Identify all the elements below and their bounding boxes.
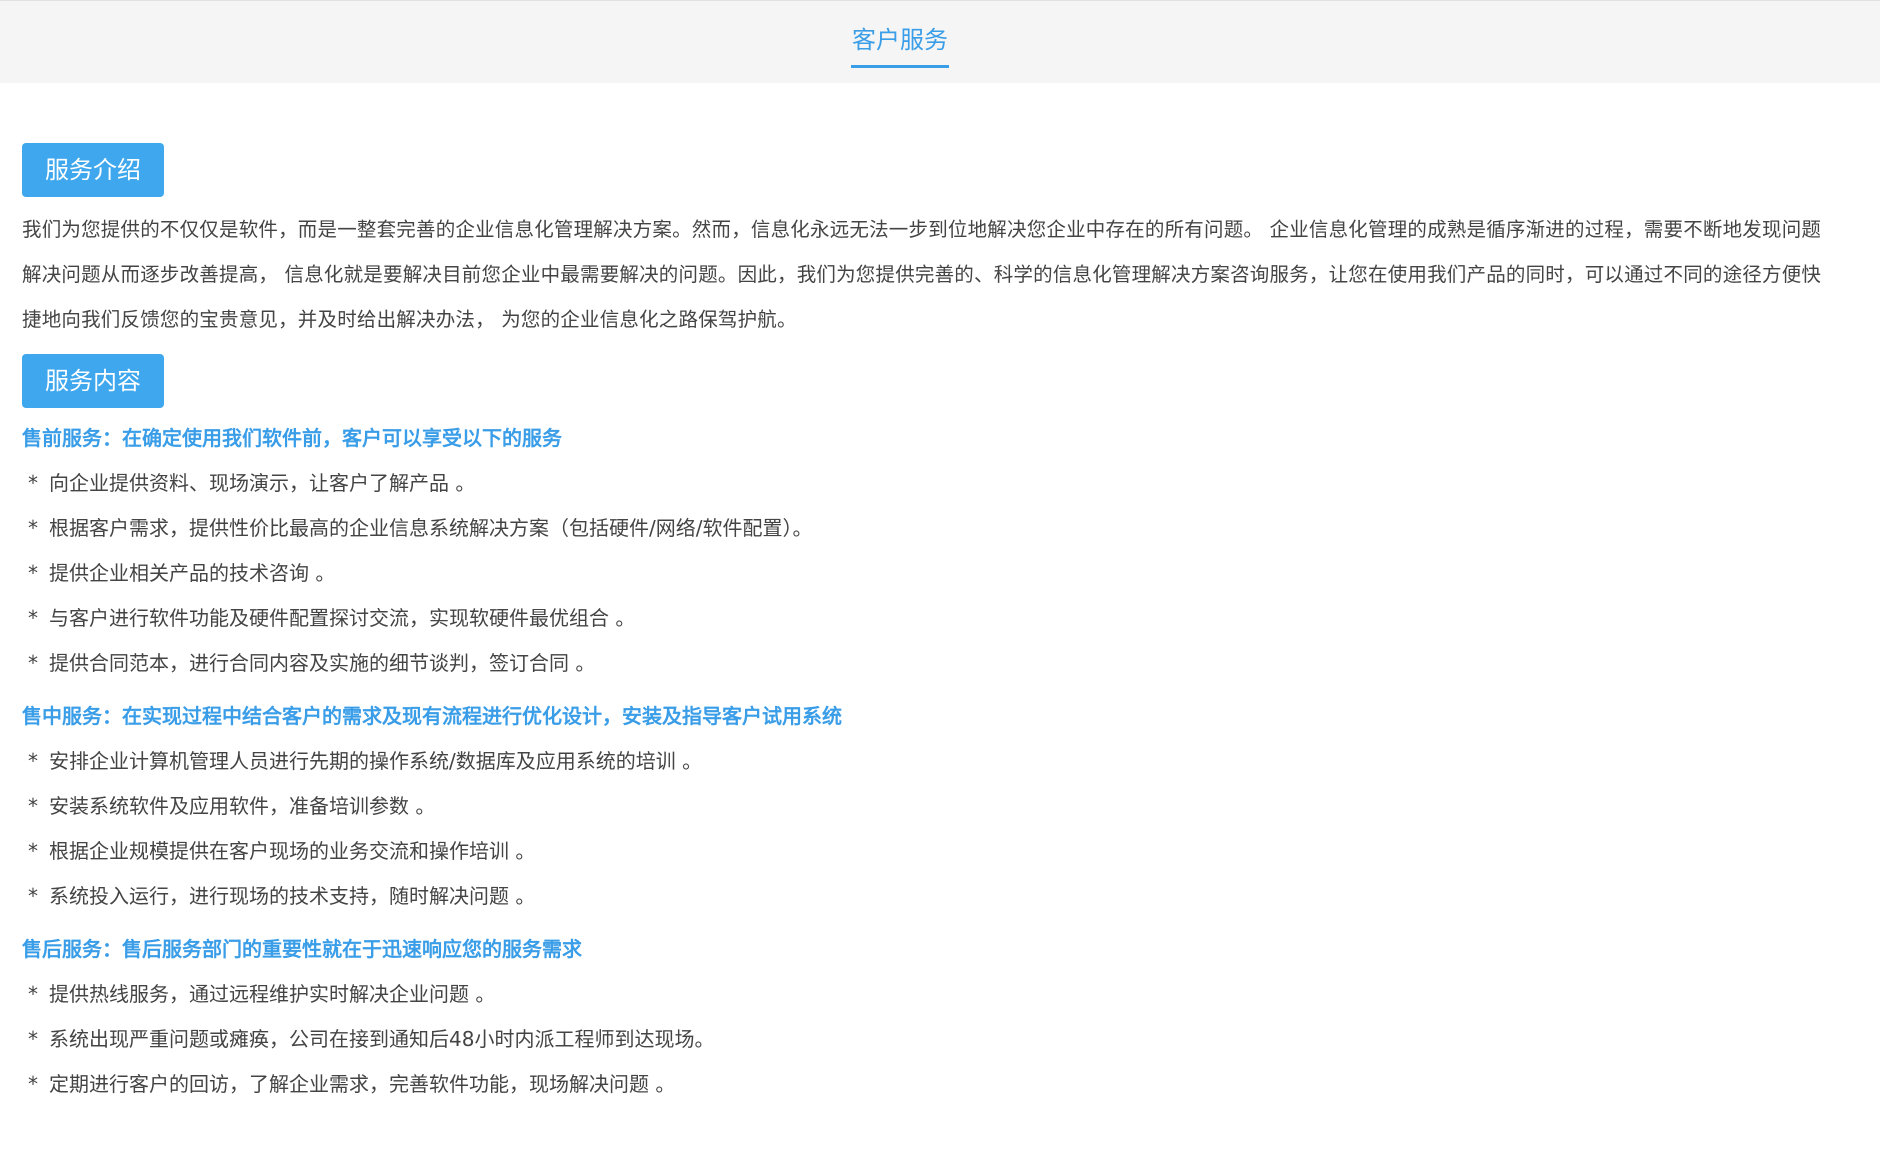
asterisk-bullet-icon: * [28,1072,38,1096]
service-item-list: * 向企业提供资料、现场演示，让客户了解产品 。 * 根据客户需求，提供性价比最高的企… [22,461,1822,686]
service-item: * 定期进行客户的回访，了解企业需求，完善软件功能，现场解决问题 。 [22,1062,1822,1107]
top-tab-bar: 客户服务 [0,0,1880,83]
service-item: * 提供企业相关产品的技术咨询 。 [22,551,1822,596]
main-content: 服务介绍 我们为您提供的不仅仅是软件，而是一整套完善的企业信息化管理解决方案。然… [22,143,1822,1107]
service-item-text: 根据客户需求，提供性价比最高的企业信息系统解决方案（包括硬件/网络/软件配置）。 [49,516,813,540]
service-group-after-sales: 售后服务：售后服务部门的重要性就在于迅速响应您的服务需求 * 提供热线服务，通过远程… [22,927,1822,1107]
service-item: * 安装系统软件及应用软件，准备培训参数 。 [22,784,1822,829]
service-item-text: 提供合同范本，进行合同内容及实施的细节谈判，签订合同 。 [49,651,596,675]
asterisk-bullet-icon: * [28,471,38,495]
service-item: * 提供合同范本，进行合同内容及实施的细节谈判，签订合同 。 [22,641,1822,686]
service-item-text: 安排企业计算机管理人员进行先期的操作系统/数据库及应用系统的培训 。 [49,749,703,773]
asterisk-bullet-icon: * [28,651,38,675]
asterisk-bullet-icon: * [28,1027,38,1051]
asterisk-bullet-icon: * [28,749,38,773]
asterisk-bullet-icon: * [28,839,38,863]
service-item-text: 与客户进行软件功能及硬件配置探讨交流，实现软硬件最优组合 。 [49,606,636,630]
service-group-in-sales: 售中服务：在实现过程中结合客户的需求及现有流程进行优化设计，安装及指导客户试用系… [22,694,1822,919]
service-intro-text: 我们为您提供的不仅仅是软件，而是一整套完善的企业信息化管理解决方案。然而，信息化… [22,218,1822,331]
asterisk-bullet-icon: * [28,606,38,630]
service-item: * 安排企业计算机管理人员进行先期的操作系统/数据库及应用系统的培训 。 [22,739,1822,784]
service-item: * 根据企业规模提供在客户现场的业务交流和操作培训 。 [22,829,1822,874]
service-item: * 向企业提供资料、现场演示，让客户了解产品 。 [22,461,1822,506]
asterisk-bullet-icon: * [28,884,38,908]
service-item-text: 提供热线服务，通过远程维护实时解决企业问题 。 [49,982,496,1006]
section-title-service-intro: 服务介绍 [22,143,164,197]
service-groups: 售前服务：在确定使用我们软件前，客户可以享受以下的服务 * 向企业提供资料、现场演示… [22,416,1822,1107]
service-item: * 系统投入运行，进行现场的技术支持，随时解决问题 。 [22,874,1822,919]
service-item-text: 提供企业相关产品的技术咨询 。 [49,561,336,585]
service-group-pre-sales: 售前服务：在确定使用我们软件前，客户可以享受以下的服务 * 向企业提供资料、现场演示… [22,416,1822,686]
service-item-text: 根据企业规模提供在客户现场的业务交流和操作培训 。 [49,839,536,863]
service-item-text: 系统出现严重问题或瘫痪，公司在接到通知后48小时内派工程师到达现场。 [49,1027,715,1051]
section-title-service-content: 服务内容 [22,354,164,408]
service-item-list: * 安排企业计算机管理人员进行先期的操作系统/数据库及应用系统的培训 。 * 安装系统… [22,739,1822,919]
service-item-text: 系统投入运行，进行现场的技术支持，随时解决问题 。 [49,884,536,908]
service-item: * 根据客户需求，提供性价比最高的企业信息系统解决方案（包括硬件/网络/软件配置）… [22,506,1822,551]
service-item: * 系统出现严重问题或瘫痪，公司在接到通知后48小时内派工程师到达现场。 [22,1017,1822,1062]
service-item: * 与客户进行软件功能及硬件配置探讨交流，实现软硬件最优组合 。 [22,596,1822,641]
service-item-text: 向企业提供资料、现场演示，让客户了解产品 。 [49,471,476,495]
service-group-heading: 售前服务：在确定使用我们软件前，客户可以享受以下的服务 [22,426,562,450]
asterisk-bullet-icon: * [28,516,38,540]
asterisk-bullet-icon: * [28,794,38,818]
asterisk-bullet-icon: * [28,982,38,1006]
service-item-text: 安装系统软件及应用软件，准备培训参数 。 [49,794,436,818]
asterisk-bullet-icon: * [28,561,38,585]
service-item-text: 定期进行客户的回访，了解企业需求，完善软件功能，现场解决问题 。 [49,1072,676,1096]
service-group-heading: 售后服务：售后服务部门的重要性就在于迅速响应您的服务需求 [22,937,582,961]
service-group-heading: 售中服务：在实现过程中结合客户的需求及现有流程进行优化设计，安装及指导客户试用系… [22,704,842,728]
tab-customer-service[interactable]: 客户服务 [851,25,949,68]
service-item: * 提供热线服务，通过远程维护实时解决企业问题 。 [22,972,1822,1017]
service-item-list: * 提供热线服务，通过远程维护实时解决企业问题 。 * 系统出现严重问题或瘫痪，公司在… [22,972,1822,1107]
